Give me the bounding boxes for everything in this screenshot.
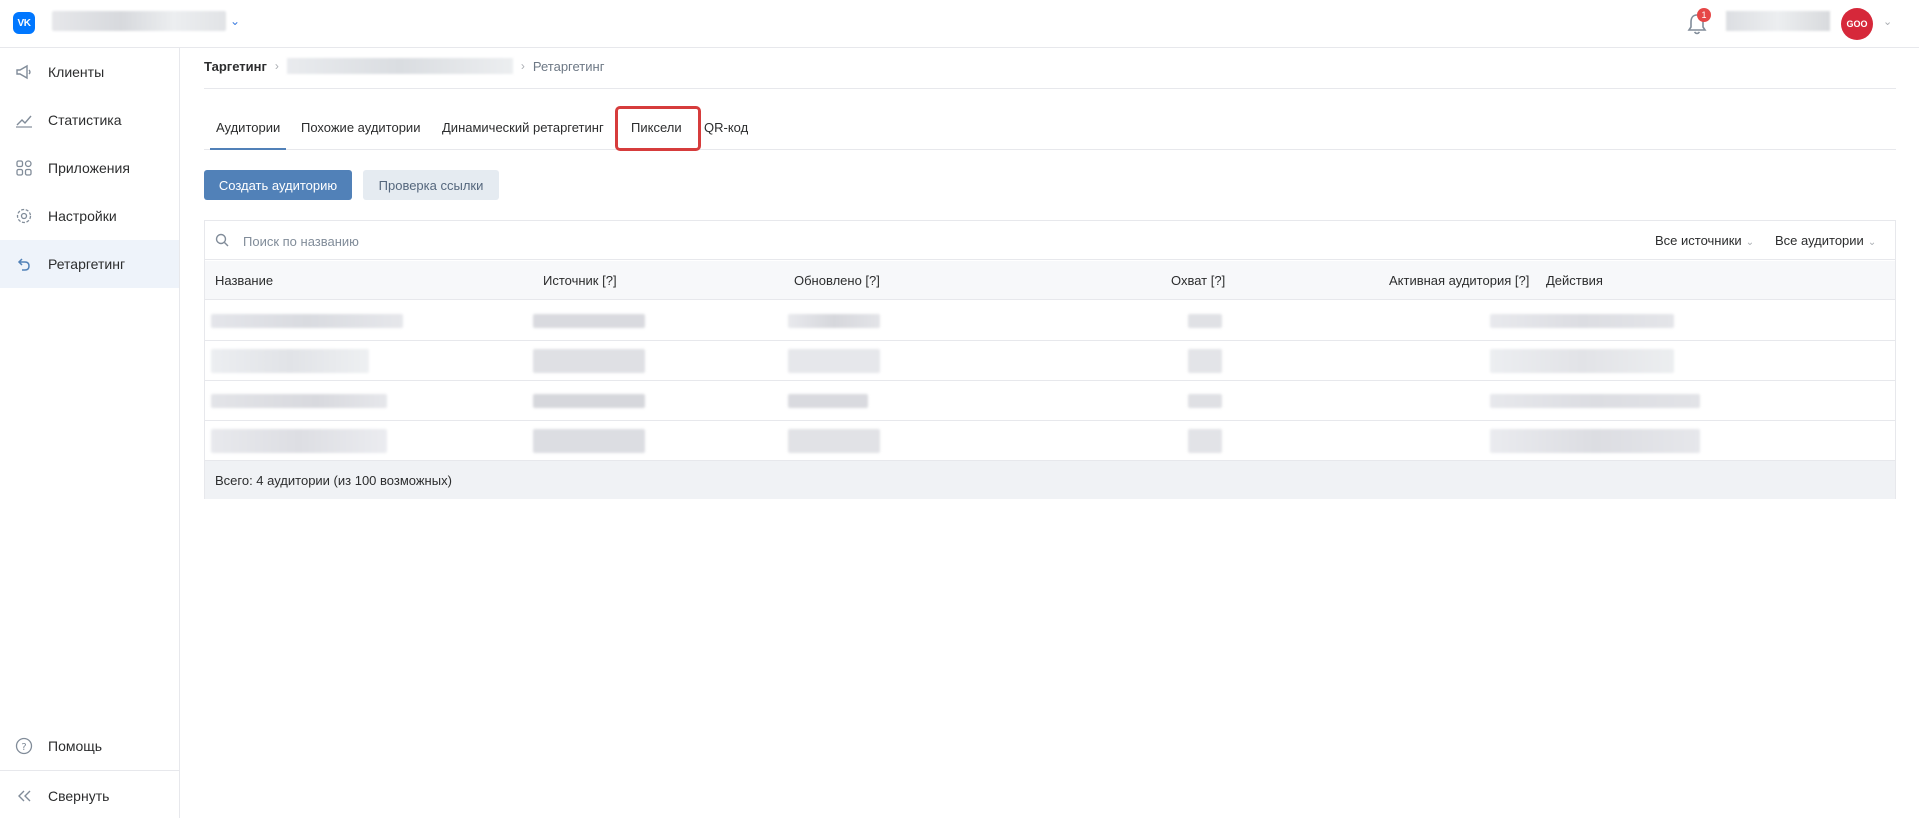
table-search-row: Все источники⌄ Все аудитории⌄: [205, 221, 1895, 260]
blurred-cell: [533, 429, 645, 453]
sidebar-item-clients[interactable]: Клиенты: [0, 48, 179, 96]
sidebar-item-retargeting[interactable]: Ретаргетинг: [0, 240, 179, 288]
search-icon: [215, 233, 229, 247]
chevron-down-icon: ⌄: [1867, 237, 1877, 248]
table-row[interactable]: [205, 381, 1895, 421]
sidebar-item-apps[interactable]: Приложения: [0, 144, 179, 192]
grid-icon: [14, 158, 34, 178]
breadcrumb-account-blurred[interactable]: [286, 58, 513, 74]
blurred-cell: [1490, 349, 1674, 373]
table-row[interactable]: [205, 341, 1895, 381]
tab-pixels-highlight-frame: [615, 106, 701, 151]
table-header-row: Название Источник [?] Обновлено [?] Охва…: [205, 261, 1895, 300]
vk-logo[interactable]: VK: [13, 12, 35, 34]
sidebar: Клиенты Статистика Приложения Настройки …: [0, 48, 180, 818]
table-row[interactable]: [205, 421, 1895, 461]
sidebar-item-label: Настройки: [48, 208, 117, 224]
gear-icon: [14, 206, 34, 226]
sidebar-item-settings[interactable]: Настройки: [0, 192, 179, 240]
blurred-cell: [211, 429, 387, 453]
megaphone-icon: [14, 62, 34, 82]
check-link-button[interactable]: Проверка ссылки: [363, 170, 499, 200]
column-header-active-audience[interactable]: Активная аудитория [?]: [1389, 273, 1529, 288]
audiences-filter-label: Все аудитории: [1775, 233, 1864, 248]
breadcrumb-root[interactable]: Таргетинг: [204, 59, 267, 74]
tab-qr-code[interactable]: QR-код: [704, 120, 748, 135]
blurred-cell: [1490, 429, 1700, 453]
audiences-filter-dropdown[interactable]: Все аудитории ⌄: [1775, 233, 1876, 248]
blurred-cell: [211, 349, 369, 373]
blurred-cell: [788, 394, 868, 408]
table-footer: Всего: 4 аудитории (из 100 возможных): [205, 461, 1895, 499]
sidebar-item-label: Клиенты: [48, 64, 105, 80]
column-header-name[interactable]: Название: [215, 273, 273, 288]
blurred-cell: [1188, 429, 1222, 453]
blurred-cell: [1188, 314, 1222, 328]
account-selector-blurred[interactable]: [52, 11, 226, 31]
sidebar-item-statistics[interactable]: Статистика: [0, 96, 179, 144]
audience-count-text: Всего: 4 аудитории (из 100 возможных): [215, 473, 452, 488]
sidebar-item-label: Статистика: [48, 112, 122, 128]
search-input[interactable]: [243, 230, 643, 252]
sidebar-item-label: Ретаргетинг: [48, 256, 126, 272]
sidebar-item-label: Приложения: [48, 160, 130, 176]
sidebar-divider: [0, 770, 179, 771]
sources-filter-dropdown[interactable]: Все источники ⌄: [1655, 233, 1754, 248]
tab-audiences[interactable]: Аудитории: [209, 120, 287, 150]
sources-filter-label: Все источники: [1655, 233, 1742, 248]
blurred-cell: [788, 429, 880, 453]
header-divider: [204, 88, 1896, 89]
chevron-down-icon[interactable]: ⌄: [1883, 15, 1892, 28]
blurred-cell: [1188, 349, 1222, 373]
blurred-cell: [788, 314, 880, 328]
blurred-cell: [533, 314, 645, 328]
top-bar: VK ⌄ 1 GOO ⌄: [0, 0, 1919, 48]
tab-lookalike-audiences[interactable]: Похожие аудитории: [301, 120, 420, 135]
breadcrumb: Таргетинг › › Ретаргетинг: [204, 58, 604, 74]
chevron-down-icon[interactable]: ⌄: [230, 14, 240, 28]
blurred-cell: [533, 349, 645, 373]
audiences-table: Все источники⌄ Все аудитории⌄ Название И…: [204, 220, 1896, 499]
column-header-reach[interactable]: Охват [?]: [1171, 273, 1225, 288]
blurred-cell: [211, 394, 387, 408]
blurred-cell: [788, 349, 880, 373]
user-name-blurred[interactable]: [1726, 11, 1830, 31]
breadcrumb-current: Ретаргетинг: [532, 58, 605, 74]
blurred-cell: [1490, 314, 1674, 328]
notification-badge: 1: [1697, 8, 1711, 22]
chevron-right-icon: ›: [274, 59, 279, 73]
chevron-right-icon: ›: [520, 59, 525, 73]
sidebar-item-label: Помощь: [48, 738, 103, 754]
chart-line-icon: [14, 110, 34, 130]
sidebar-collapse-button[interactable]: Свернуть: [0, 772, 179, 818]
column-header-actions: Действия: [1546, 273, 1603, 288]
tab-bar: Аудитории Похожие аудитории Динамический…: [204, 112, 1896, 150]
table-row[interactable]: [205, 301, 1895, 341]
blurred-cell: [533, 394, 645, 408]
blurred-cell: [1188, 394, 1222, 408]
chevron-down-icon: ⌄: [1745, 237, 1755, 248]
column-header-updated[interactable]: Обновлено [?]: [794, 273, 880, 288]
svg-text:?: ?: [21, 742, 26, 753]
sidebar-item-label: Свернуть: [48, 788, 110, 804]
double-chevron-left-icon: [14, 786, 34, 806]
blurred-cell: [211, 314, 403, 328]
retarget-arrow-icon: [14, 254, 34, 274]
blurred-cell: [1490, 394, 1700, 408]
column-header-source[interactable]: Источник [?]: [543, 273, 617, 288]
avatar[interactable]: GOO: [1841, 8, 1873, 40]
question-circle-icon: ?: [14, 736, 34, 756]
create-audience-button[interactable]: Создать аудиторию: [204, 170, 352, 200]
sidebar-item-help[interactable]: ? Помощь: [0, 722, 179, 770]
tab-dynamic-retargeting[interactable]: Динамический ретаргетинг: [442, 120, 604, 135]
